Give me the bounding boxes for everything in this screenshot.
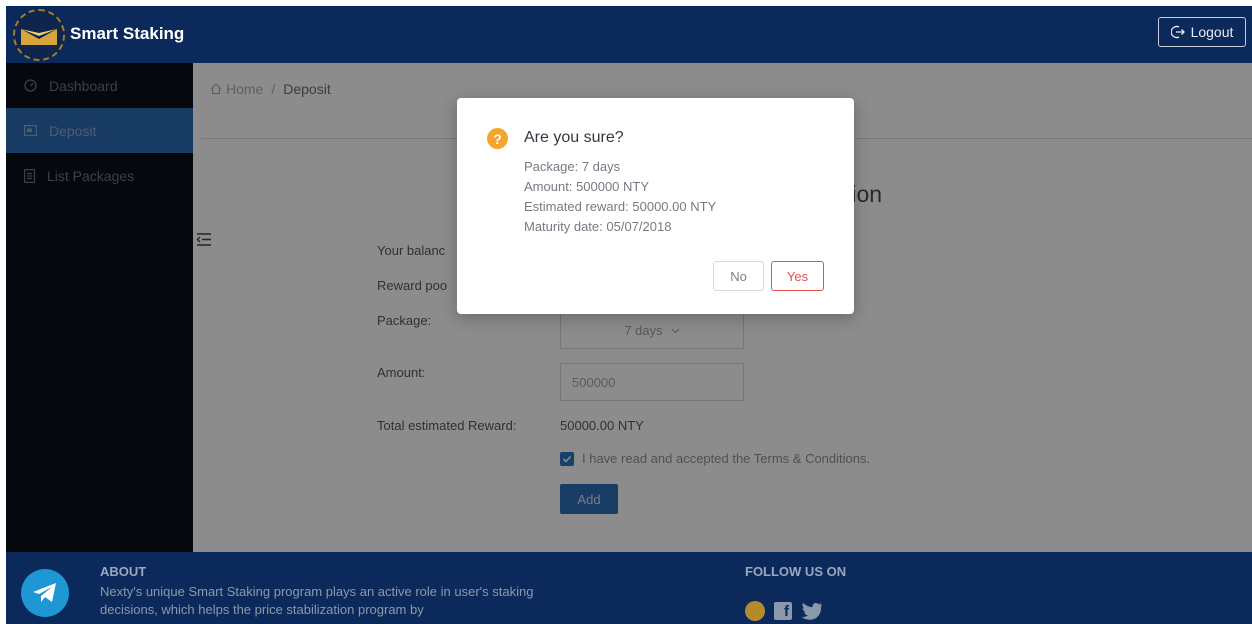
dialog-package-line: Package: 7 days (524, 159, 621, 174)
brand-name[interactable]: Smart Staking (70, 24, 184, 44)
about-text: Nexty's unique Smart Staking program pla… (100, 584, 534, 617)
dialog-title: Are you sure? (524, 129, 624, 146)
yes-button[interactable]: Yes (771, 261, 824, 291)
about-title: ABOUT (100, 564, 147, 579)
logout-label: Logout (1190, 24, 1234, 40)
logout-button[interactable]: Logout (1158, 17, 1246, 47)
dialog-maturity-line: Maturity date: 05/07/2018 (524, 219, 672, 234)
confirm-dialog: ? Are you sure? Package: 7 days Amount: … (457, 98, 854, 314)
follow-title: FOLLOW US ON (745, 564, 847, 579)
telegram-icon[interactable] (21, 569, 69, 617)
dialog-amount-line: Amount: 500000 NTY (524, 179, 650, 194)
twitter-icon[interactable] (801, 602, 823, 620)
dialog-reward-line: Estimated reward: 50000.00 NTY (524, 199, 717, 214)
facebook-icon[interactable]: f (774, 602, 792, 620)
logout-icon (1170, 25, 1185, 39)
bitcoin-icon[interactable] (745, 601, 765, 621)
brand-logo[interactable] (13, 9, 65, 61)
footer: ABOUT Nexty's unique Smart Staking progr… (6, 552, 1252, 624)
no-button[interactable]: No (713, 261, 764, 291)
logo-mark-icon (21, 29, 57, 45)
question-icon: ? (487, 128, 508, 149)
top-header: Smart Staking Logout (6, 6, 1252, 63)
social-links: f (745, 601, 823, 621)
